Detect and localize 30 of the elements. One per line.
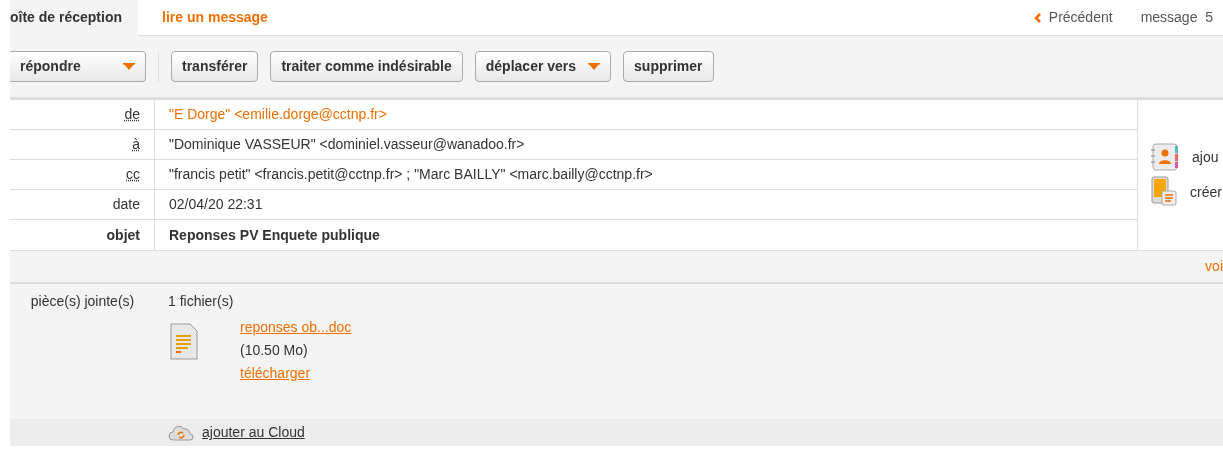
toolbar-button[interactable]: déplacer vers [474,51,612,82]
document-icon [168,322,200,362]
toolbar-button[interactable]: répondre [10,51,146,82]
header-label: objet [106,225,140,245]
side-action[interactable]: ajou [1150,142,1223,172]
header-value: 02/04/20 22:31 [168,195,263,214]
toolbar-button[interactable]: traiter comme indésirable [270,51,463,82]
header-label: à [132,135,140,154]
side-action[interactable]: créer [1150,176,1223,208]
attachments-label: pièce(s) jointe(s) [29,292,136,311]
header-value: "Dominique VASSEUR" <dominiel.vasseur@wanadoo.fr> [168,135,525,154]
file-size: (10.50 Mo) [240,341,309,360]
header-value: Reponses PV Enquete publique [168,225,380,245]
contact-card-icon [1150,176,1178,208]
header-label: cc [126,165,140,184]
chevron-left-icon [1033,12,1041,23]
caret-icon [123,62,135,71]
cloud-icon [168,423,194,442]
toolbar-button[interactable]: supprimer [623,51,714,82]
header-label: date [112,195,140,214]
header-label: de [124,105,140,124]
caret-icon [588,62,601,71]
file-count: 1 fichier(s) [168,293,234,309]
message-counter: message 5 [1140,8,1213,27]
header-value: "francis petit" <francis.petit@cctnp.fr> ; "Marc BAILLY" <marc.bailly@cctnp.fr> [168,165,653,184]
address-book-icon [1150,142,1180,172]
cloud-link[interactable]: ajouter au Cloud [202,422,305,443]
toolbar-button[interactable]: transférer [171,51,259,82]
breadcrumb-item[interactable]: oîte de réception [10,0,139,36]
previous-link[interactable]: Précédent [1033,7,1113,28]
